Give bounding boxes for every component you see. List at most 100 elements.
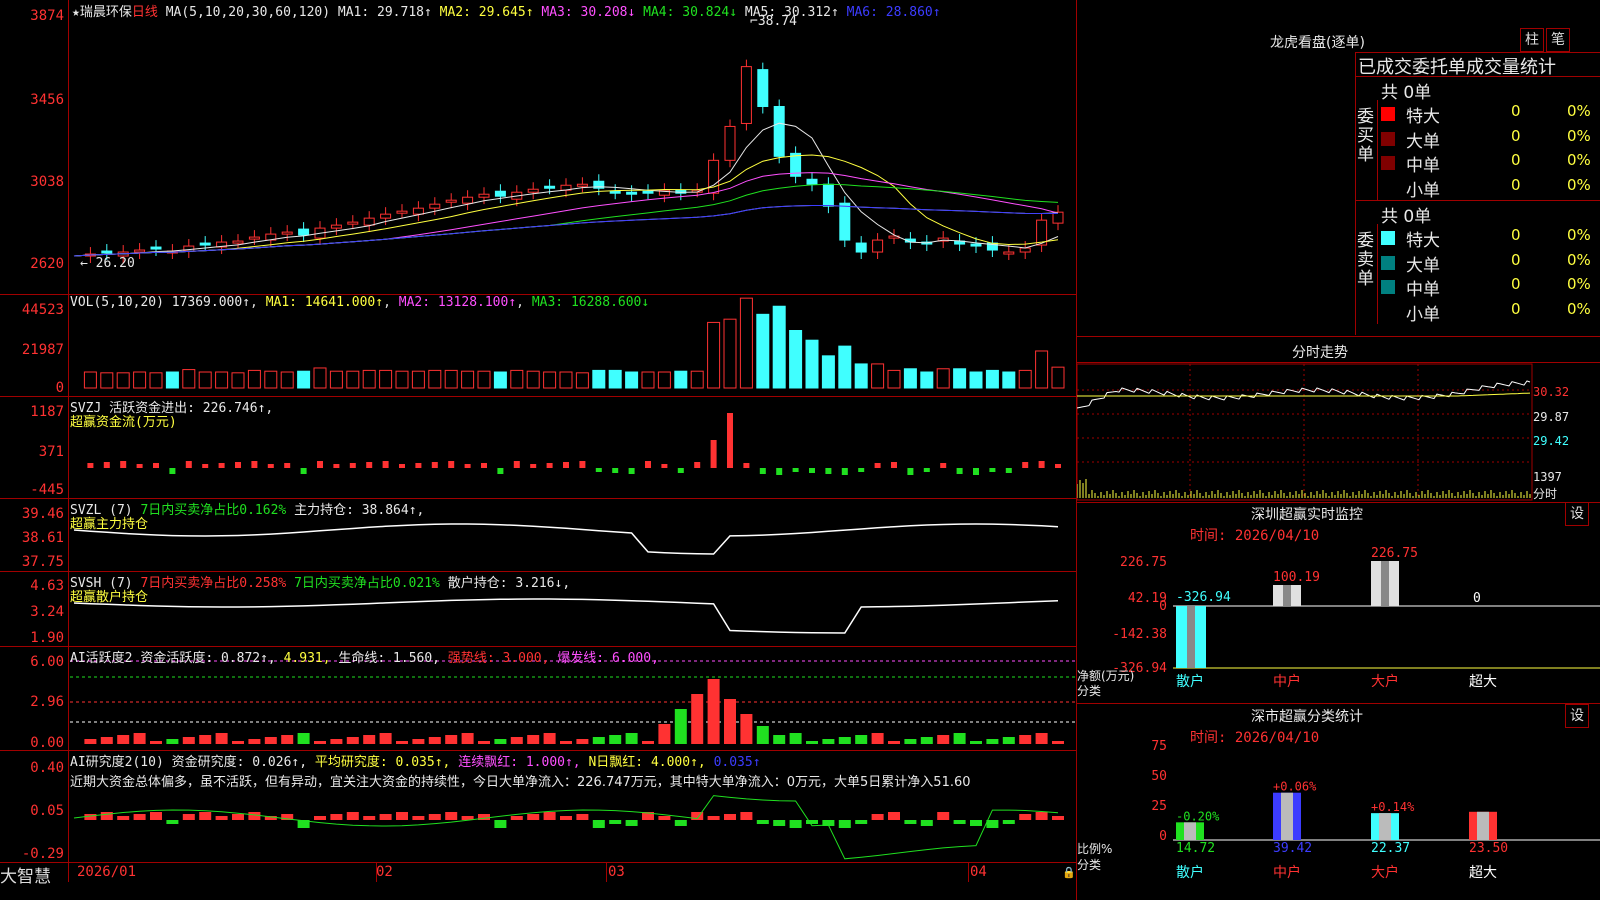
minute-axis-label: 1397 [1533, 470, 1562, 484]
activity-bar [100, 737, 113, 744]
date-tick: 02 [376, 864, 393, 880]
volume-bar [543, 371, 557, 389]
candle [298, 228, 310, 236]
flow-bar [579, 461, 586, 468]
volume-bar [411, 370, 425, 389]
sz-net-chart: 226.7542.190-142.38-326.94-326.94100.192… [1112, 546, 1600, 690]
activity-bar [346, 737, 359, 744]
ratio-bar-shade [1477, 811, 1489, 840]
flow-bar [677, 468, 684, 473]
volume-bar [149, 372, 163, 389]
activity-bar [363, 735, 376, 744]
flow-bar [267, 464, 274, 468]
sz-settings-button[interactable]: 设 [1565, 502, 1589, 526]
research-bar [215, 816, 228, 820]
activity-bar [1019, 735, 1032, 744]
candle [150, 246, 162, 250]
bar-mode-button[interactable]: 柱 [1520, 28, 1544, 52]
activity-bar [133, 733, 146, 744]
net-bar-shade [1283, 585, 1291, 606]
flow-bar [563, 462, 569, 468]
volume-bar [313, 367, 327, 389]
activity-bar [642, 741, 654, 744]
kline-header: ★瑞晨环保日线 MA(5,10,20,30,60,120) MA1: 29.71… [72, 1, 941, 20]
stock-chart-area[interactable] [0, 0, 1076, 882]
retail-line [73, 598, 1059, 634]
flow-bar [661, 464, 668, 468]
research-bar [806, 820, 818, 824]
stock-name[interactable]: 瑞晨环保 [80, 5, 132, 20]
volume-bar [756, 313, 770, 389]
research-bar [150, 812, 162, 820]
ratio-value: 22.37 [1371, 841, 1410, 856]
flow-bar [727, 413, 733, 468]
flow-bar [366, 462, 373, 468]
legend-swatch [1381, 304, 1395, 319]
candle [101, 250, 113, 254]
activity-bar [871, 733, 884, 744]
activity-bar [84, 739, 97, 744]
research-bar [543, 812, 556, 820]
activity-bar [494, 739, 507, 744]
research-bar [724, 814, 736, 820]
flow-bar [809, 468, 815, 473]
minute-chart[interactable] [1077, 362, 1600, 502]
brand-logo: 大智慧 [0, 867, 51, 887]
order-percent: 0% [1567, 226, 1591, 244]
date-tick: 04 [970, 864, 987, 880]
activity-bar [806, 741, 818, 744]
activity-bar [560, 741, 572, 744]
net-bar-shade [1187, 606, 1195, 668]
tick-mode-button[interactable]: 笔 [1546, 28, 1570, 52]
period-label[interactable]: 日线 [132, 5, 158, 20]
activity-bar [445, 735, 458, 744]
ma4-value: MA4: 30.824↓ [643, 5, 738, 20]
cls-settings-button[interactable]: 设 [1565, 704, 1589, 728]
activity-bar [264, 737, 277, 744]
legend-swatch [1381, 107, 1395, 121]
flow-bar [743, 463, 750, 468]
activity-bar [707, 679, 720, 744]
volume-bar [985, 369, 999, 389]
date-divider [606, 862, 607, 882]
flow-bar [792, 468, 799, 472]
volume-bar [1002, 371, 1016, 389]
flow-bar [1055, 464, 1061, 468]
research-bar [100, 812, 113, 820]
candle [757, 69, 769, 107]
net-value: -326.94 [1176, 590, 1231, 605]
activity-bar [297, 733, 310, 744]
activity-bar [428, 737, 441, 744]
volume-bar [280, 371, 294, 389]
flow-bar [989, 468, 996, 472]
volume-bar [575, 372, 589, 389]
category-label: 散户 [1176, 673, 1204, 690]
activity-bar [248, 739, 261, 744]
candle [445, 199, 457, 203]
svsh-subtitle: 超赢散户持仓 [70, 590, 149, 605]
activity-bar [281, 735, 294, 744]
legend-swatch [1381, 180, 1395, 195]
sz-axis-label: -142.38 [1112, 627, 1167, 642]
volume-bar [723, 318, 737, 389]
candle [544, 185, 556, 189]
candle [970, 243, 982, 247]
ma6-value: MA6: 28.860↑ [846, 5, 941, 20]
flow-bar [1022, 462, 1029, 468]
research-bar [182, 814, 195, 820]
activity-bar [838, 737, 851, 744]
flow-bar [202, 464, 209, 468]
lock-icon[interactable]: 🔒 [1062, 866, 1076, 879]
research-bar [330, 814, 343, 820]
research-bar [871, 814, 884, 820]
activity-bar [199, 735, 212, 744]
activity-bar [330, 739, 343, 744]
favorite-star-icon[interactable]: ★ [72, 5, 80, 20]
cls-title: 深市超赢分类统计 [1251, 709, 1363, 725]
activity-bar [986, 739, 999, 744]
research-bar [756, 820, 769, 824]
flow-bar [431, 462, 438, 468]
flow-bar [235, 462, 241, 468]
cls-axis-label: 0 [1159, 829, 1167, 844]
volume-bar [871, 363, 885, 389]
